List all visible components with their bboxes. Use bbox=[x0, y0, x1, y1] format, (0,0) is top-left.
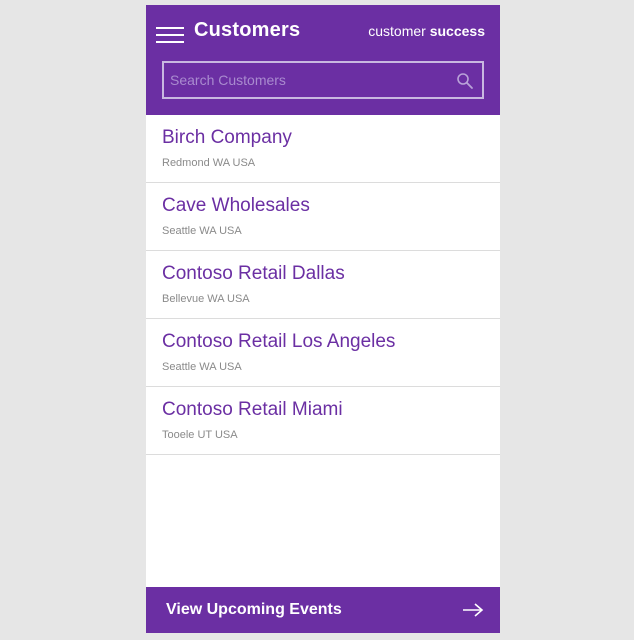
customer-location: Bellevue WA USA bbox=[162, 293, 250, 305]
brand-logo: customer success bbox=[368, 23, 485, 39]
arrow-right-icon bbox=[463, 603, 484, 617]
page-title: Customers bbox=[194, 19, 301, 41]
search-box bbox=[162, 61, 484, 99]
app-screen: Customers customer success Birch Company… bbox=[146, 5, 500, 633]
customer-location: Seattle WA USA bbox=[162, 361, 242, 373]
brand-text-bold: success bbox=[429, 23, 485, 39]
list-item[interactable]: Birch Company Redmond WA USA bbox=[146, 115, 500, 183]
customer-name: Cave Wholesales bbox=[162, 195, 310, 216]
hamburger-menu-icon[interactable] bbox=[156, 25, 184, 45]
view-upcoming-events-button[interactable]: View Upcoming Events bbox=[146, 587, 500, 633]
list-item[interactable]: Contoso Retail Miami Tooele UT USA bbox=[146, 387, 500, 455]
customer-name: Contoso Retail Dallas bbox=[162, 263, 345, 284]
customer-location: Seattle WA USA bbox=[162, 225, 242, 237]
customer-location: Redmond WA USA bbox=[162, 157, 256, 169]
list-item[interactable]: Cave Wholesales Seattle WA USA bbox=[146, 183, 500, 251]
customer-name: Birch Company bbox=[162, 127, 292, 148]
header-bar: Customers customer success bbox=[146, 5, 500, 115]
brand-text-light: customer bbox=[368, 23, 426, 39]
list-item[interactable]: Contoso Retail Los Angeles Seattle WA US… bbox=[146, 319, 500, 387]
customer-name: Contoso Retail Los Angeles bbox=[162, 331, 396, 352]
customer-location: Tooele UT USA bbox=[162, 429, 238, 441]
footer-label: View Upcoming Events bbox=[166, 601, 342, 618]
list-item[interactable]: Contoso Retail Dallas Bellevue WA USA bbox=[146, 251, 500, 319]
search-icon[interactable] bbox=[456, 72, 474, 90]
search-input[interactable] bbox=[164, 63, 482, 97]
customer-list: Birch Company Redmond WA USA Cave Wholes… bbox=[146, 115, 500, 455]
customer-name: Contoso Retail Miami bbox=[162, 399, 343, 420]
